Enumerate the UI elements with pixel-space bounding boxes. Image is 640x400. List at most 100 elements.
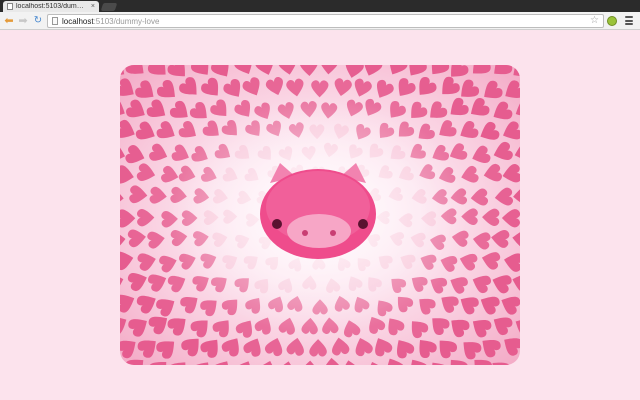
heart-shape [511, 313, 520, 339]
forward-button[interactable]: ➡ [16, 14, 30, 28]
heart-shape [384, 65, 410, 79]
pig-eye-left [272, 219, 282, 229]
new-tab-button[interactable] [100, 3, 118, 11]
heart-shape [264, 75, 287, 98]
heart-shape [134, 119, 159, 145]
heart-shape [126, 313, 152, 339]
heart-shape [497, 291, 520, 317]
heart-shape [435, 74, 463, 101]
wallpaper-svg [120, 65, 520, 365]
back-button[interactable]: ⬅ [2, 14, 16, 28]
heart-shape [165, 311, 192, 338]
heart-shape [467, 313, 494, 340]
address-bar[interactable]: localhost:5103/dummy-love ☆ [47, 14, 604, 28]
heart-shape [481, 208, 500, 227]
pig-snout [287, 214, 351, 248]
heart-shape [120, 76, 139, 103]
heart-shape [490, 228, 510, 249]
heart-shape [232, 357, 257, 365]
reload-button[interactable]: ↻ [31, 14, 45, 28]
menu-icon[interactable] [625, 16, 633, 25]
heart-shape [277, 65, 299, 77]
heart-shape [456, 291, 481, 317]
heart-shape [432, 334, 460, 361]
heart-shape [500, 163, 520, 186]
heart-shape [436, 290, 461, 315]
heart-shape [157, 252, 180, 274]
close-icon[interactable]: × [91, 3, 95, 10]
heart-shape [124, 97, 150, 124]
heart-shape [457, 335, 484, 362]
heart-shape [144, 97, 171, 124]
heart-shape [149, 186, 168, 206]
heart-shape [351, 335, 375, 358]
heart-shape [198, 333, 225, 361]
heart-shape [445, 313, 472, 340]
pig-character [260, 163, 376, 259]
tab-strip: localhost:5103/dummy-l × [0, 0, 640, 12]
heart-shape [146, 229, 167, 250]
heart-shape [128, 184, 149, 205]
toolbar: ⬅ ➡ ↻ localhost:5103/dummy-love ☆ [0, 12, 640, 30]
heart-shape [120, 141, 128, 166]
heart-shape [339, 358, 362, 365]
page-icon [52, 17, 58, 25]
heart-shape [241, 334, 266, 359]
heart-shape [120, 164, 136, 187]
heart-shape [299, 360, 320, 365]
heart-shape [363, 358, 388, 365]
heart-shape [120, 187, 125, 208]
heart-shape [332, 77, 353, 98]
heart-shape [210, 314, 236, 340]
heart-shape [319, 65, 339, 75]
heart-shape [154, 77, 181, 104]
heart-shape [501, 250, 520, 273]
heart-shape [147, 142, 171, 166]
heart-shape [457, 250, 479, 272]
page-content [0, 31, 640, 400]
heart-shape [154, 293, 180, 319]
heart-shape [511, 228, 520, 250]
heart-shape [476, 291, 502, 317]
heart-shape [126, 268, 151, 293]
heart-shape [178, 291, 203, 316]
heart-shape [135, 162, 158, 184]
heart-shape [176, 74, 204, 102]
heart-shape [123, 65, 150, 81]
heart-shape [120, 289, 139, 315]
heart-shape [154, 119, 180, 144]
heart-shape [512, 185, 520, 207]
tab-title: localhost:5103/dummy-l [16, 3, 89, 10]
tab-active[interactable]: localhost:5103/dummy-l × [3, 1, 99, 12]
heart-shape [466, 65, 493, 81]
heart-shape [446, 272, 470, 296]
heart-shape [134, 290, 160, 316]
heart-shape [120, 270, 127, 294]
heart-shape [167, 98, 194, 125]
heart-shape [476, 120, 502, 146]
heart-shape [405, 315, 431, 341]
heart-shape [434, 118, 459, 143]
heart-shape [255, 358, 280, 365]
heart-shape [263, 335, 286, 358]
heart-shape [469, 144, 492, 168]
heart-shape [471, 230, 492, 251]
heart-shape [500, 78, 520, 105]
heart-shape [253, 65, 278, 78]
star-icon[interactable]: ☆ [590, 16, 599, 26]
heart-shape [329, 336, 351, 357]
heart-shape [481, 162, 504, 185]
heart-shape [322, 357, 343, 365]
dummy-love-image [120, 65, 520, 365]
heart-shape [412, 74, 439, 101]
heart-shape [479, 249, 502, 271]
heart-shape [426, 311, 452, 338]
android-icon[interactable] [607, 16, 617, 26]
heart-shape [488, 311, 515, 338]
heart-shape [120, 118, 139, 143]
heart-shape [198, 75, 225, 102]
heart-shape [232, 65, 258, 79]
browser-window: localhost:5103/dummy-l × ⬅ ➡ ↻ localhost… [0, 0, 640, 400]
heart-shape [275, 359, 298, 365]
heart-shape [154, 334, 181, 361]
